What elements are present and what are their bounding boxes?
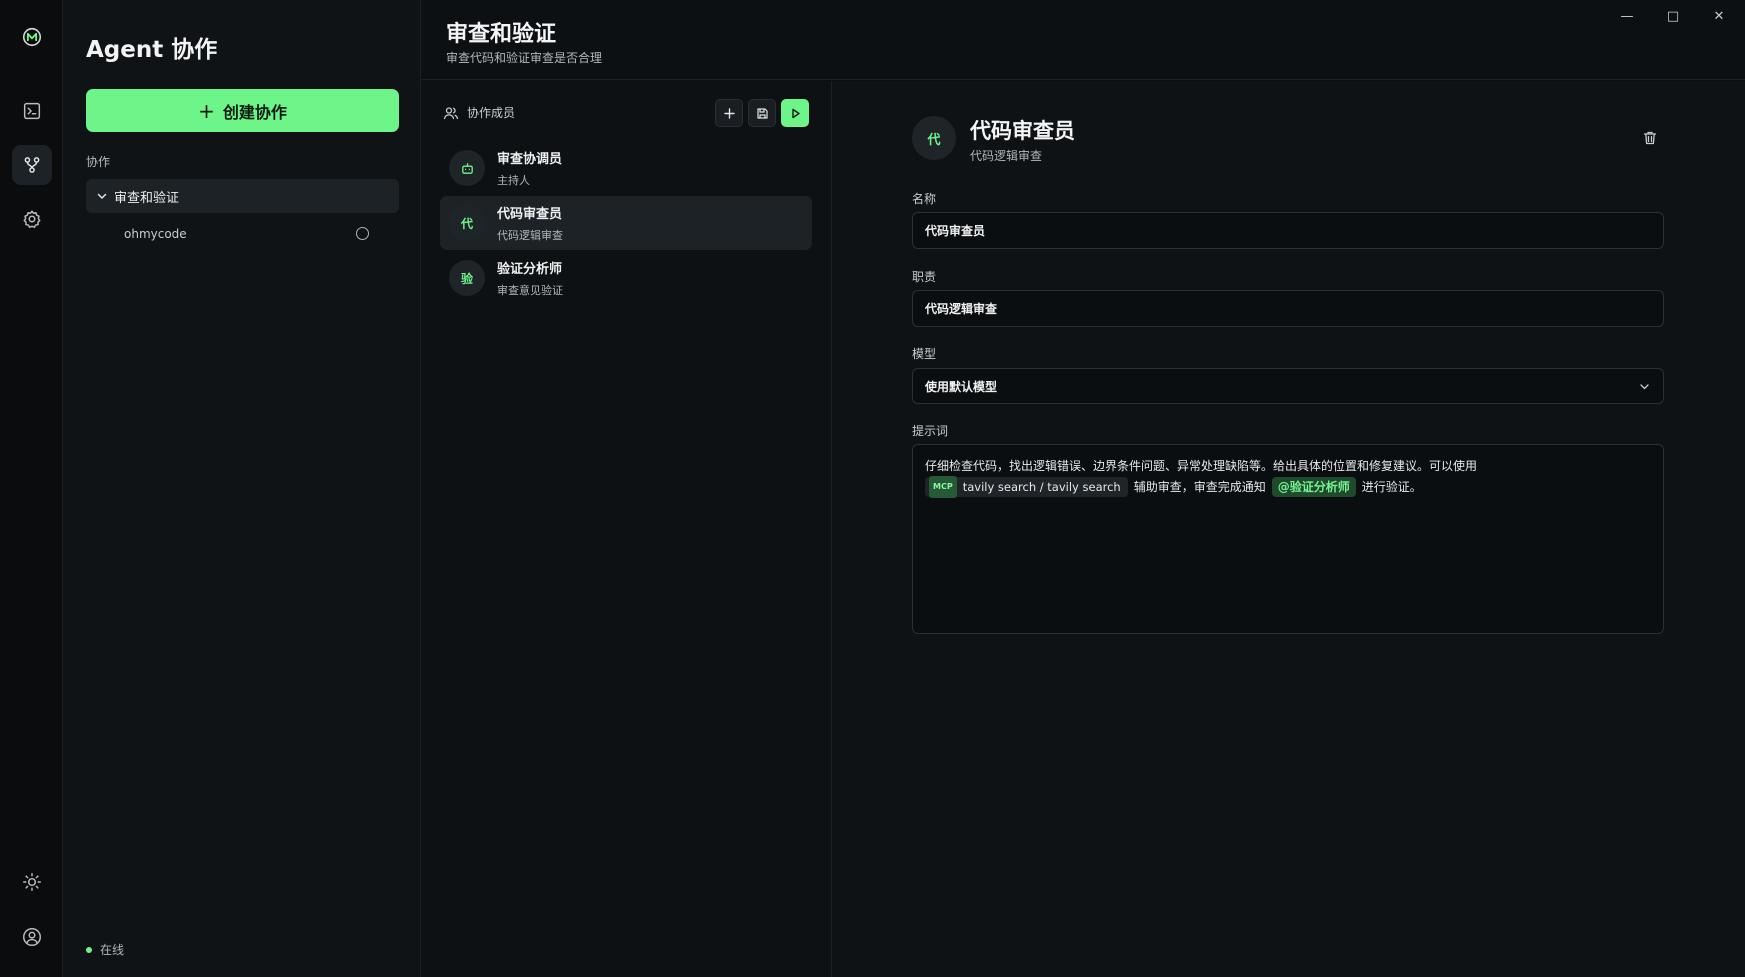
name-input[interactable]: 代码审查员 [912, 212, 1664, 249]
delete-member-button[interactable] [1640, 128, 1660, 148]
members-heading: 协作成员 [443, 104, 515, 121]
status-label: 在线 [100, 943, 125, 957]
member-role: 主持人 [497, 174, 530, 187]
sidebar-item-ohmycode[interactable]: ohmycode [86, 224, 399, 244]
plus-icon: + [198, 98, 215, 123]
page-subtitle: 审查代码和验证审查是否合理 [446, 51, 603, 65]
prompt-line: 仔细检查代码，找出逻辑错误、边界条件问题、异常处理缺陷等。给出具体的位置和修复建… [925, 459, 1478, 473]
sidebar-group-label: 审查和验证 [114, 190, 180, 206]
duty-label: 职责 [912, 270, 937, 284]
detail-name: 代码审查员 [970, 119, 1075, 143]
sidebar-group-review[interactable]: 审查和验证 [86, 179, 399, 213]
avatar: 验 [449, 260, 485, 296]
minimize-button[interactable]: — [1609, 6, 1645, 26]
model-select[interactable]: 使用默认模型 [912, 368, 1664, 404]
app-window: Agent 协作 + 创建协作 协作 审查和验证 ohmycode 在线 审查和… [0, 0, 1745, 977]
connection-status: 在线 [86, 941, 124, 958]
member-detail-panel: 代 代码审查员 代码逻辑审查 名称 代码审查员 职责 代码逻辑审查 模型 使用默… [832, 81, 1745, 977]
robot-icon [461, 162, 473, 174]
chevron-down-icon [1640, 384, 1649, 390]
save-button[interactable] [748, 99, 776, 127]
user-account-icon[interactable] [12, 917, 52, 957]
model-select-value: 使用默认模型 [925, 379, 998, 394]
online-dot-icon [86, 946, 92, 953]
member-name: 审查协调员 [497, 152, 563, 167]
run-button[interactable] [781, 99, 809, 127]
terminal-icon[interactable] [12, 91, 52, 131]
member-role: 审查意见验证 [497, 284, 563, 297]
chevron-down-icon [97, 193, 107, 199]
avatar [449, 150, 485, 186]
section-label: 协作 [86, 155, 111, 169]
members-panel: 协作成员 审查协调员 主持人 代 代码审查员 代码逻辑审查 验 验证分析师 审查… [421, 81, 832, 977]
play-icon [791, 108, 800, 118]
agent-mention-chip[interactable]: @验证分析师 [1271, 477, 1356, 497]
avatar: 代 [912, 116, 956, 160]
status-circle-icon [356, 227, 369, 240]
members-heading-label: 协作成员 [467, 106, 516, 120]
prompt-textarea[interactable]: 仔细检查代码，找出逻辑错误、边界条件问题、异常处理缺陷等。给出具体的位置和修复建… [912, 444, 1664, 634]
create-collaboration-button[interactable]: + 创建协作 [86, 89, 399, 132]
member-name: 验证分析师 [497, 262, 563, 277]
mcp-tool-name: tavily search / tavily search [962, 480, 1121, 494]
member-item-selected[interactable]: 代 代码审查员 代码逻辑审查 [440, 196, 812, 250]
app-logo-icon[interactable] [12, 17, 52, 57]
model-label: 模型 [912, 347, 937, 361]
avatar: 代 [449, 205, 485, 241]
trash-icon [1643, 131, 1657, 145]
sidebar-item-label: ohmycode [124, 227, 187, 241]
member-item[interactable]: 验 验证分析师 审查意见验证 [440, 251, 812, 305]
member-role: 代码逻辑审查 [497, 229, 563, 242]
theme-sun-icon[interactable] [12, 862, 52, 902]
mcp-badge: MCP [929, 476, 957, 498]
sidebar: Agent 协作 + 创建协作 协作 审查和验证 ohmycode 在线 [63, 0, 421, 977]
sidebar-title: Agent 协作 [86, 37, 218, 63]
collaboration-icon[interactable] [12, 145, 52, 185]
maximize-button[interactable]: □ [1655, 6, 1691, 26]
settings-gear-icon[interactable] [12, 199, 52, 239]
page-header: 审查和验证 审查代码和验证审查是否合理 — □ ✕ [421, 0, 1745, 80]
add-member-button[interactable] [715, 99, 743, 127]
member-name: 代码审查员 [497, 207, 563, 222]
prompt-text: 辅助审查，审查完成通知 [1133, 480, 1266, 494]
plus-icon [723, 107, 735, 119]
mcp-tool-chip[interactable]: MCP tavily search / tavily search [925, 476, 1128, 498]
prompt-text: 进行验证。 [1361, 480, 1422, 494]
close-button[interactable]: ✕ [1701, 6, 1737, 26]
name-label: 名称 [912, 192, 937, 206]
prompt-label: 提示词 [912, 424, 949, 438]
save-icon [756, 107, 768, 119]
duty-input[interactable]: 代码逻辑审查 [912, 290, 1664, 327]
detail-role: 代码逻辑审查 [970, 149, 1043, 163]
page-title: 审查和验证 [446, 22, 557, 47]
icon-rail [0, 0, 63, 977]
users-icon [443, 106, 459, 119]
member-item[interactable]: 审查协调员 主持人 [440, 141, 812, 195]
create-collaboration-label: 创建协作 [222, 102, 287, 122]
